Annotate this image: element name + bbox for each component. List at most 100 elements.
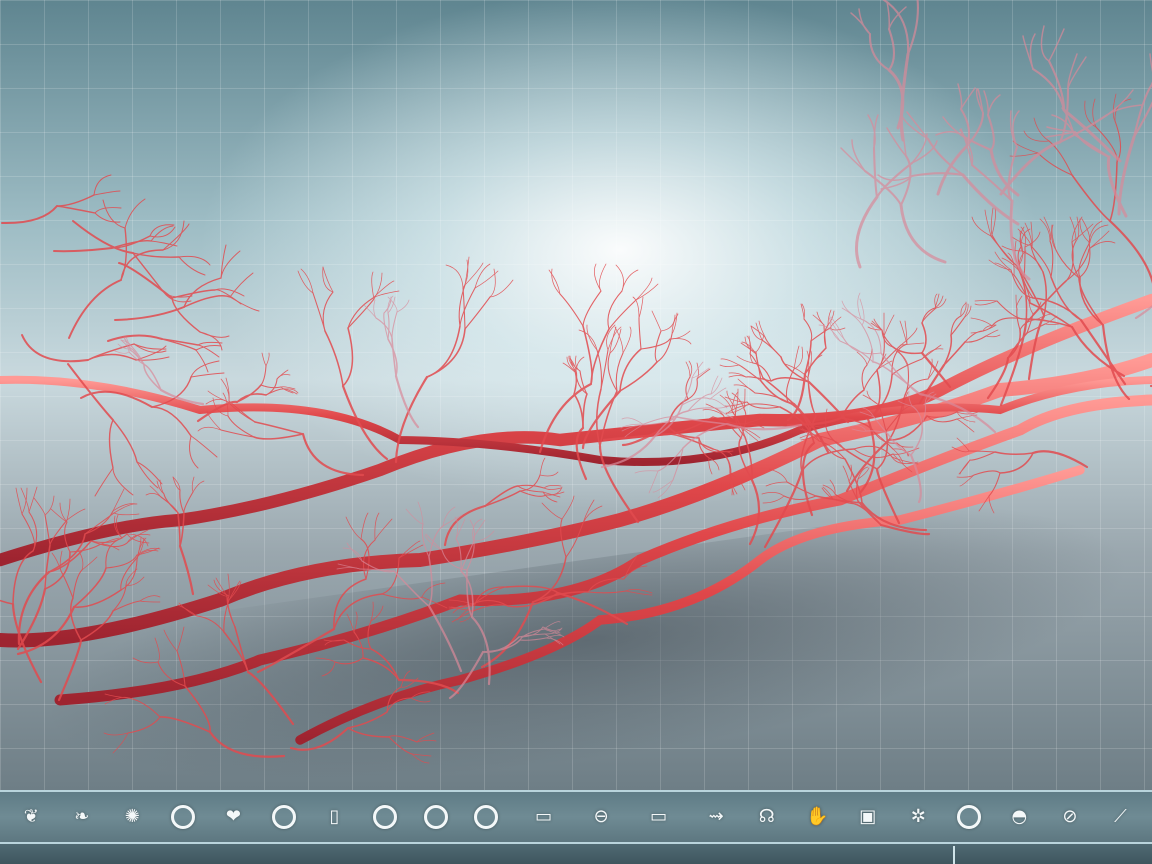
capillary — [103, 732, 129, 736]
molecule-icon[interactable]: ✲ — [903, 802, 933, 832]
capillary — [353, 611, 358, 633]
cell-ring — [170, 805, 195, 829]
organ-icon[interactable]: ❦ — [16, 802, 46, 832]
capillary — [1088, 230, 1110, 250]
capillary — [393, 570, 430, 607]
capillary — [901, 115, 929, 140]
capillary — [489, 268, 496, 298]
capillary — [956, 418, 975, 433]
capillary — [856, 351, 868, 366]
capillary — [53, 247, 113, 253]
monitor-icon[interactable]: ▭ — [637, 802, 681, 832]
capillary — [1117, 135, 1136, 216]
capillary — [539, 457, 546, 476]
capillary — [56, 194, 95, 207]
capillary — [573, 393, 584, 429]
bandage-icon[interactable]: ⟋ — [1105, 802, 1135, 832]
capillary — [829, 327, 846, 331]
capillary — [755, 353, 762, 382]
capillary — [112, 584, 127, 612]
lens-icon[interactable] — [421, 802, 451, 832]
capillary — [113, 512, 140, 516]
capillary — [179, 489, 185, 514]
capillary — [178, 255, 211, 266]
syringe-icon[interactable]: ⇝ — [701, 802, 731, 832]
heart-icon[interactable]: ❤ — [218, 802, 248, 832]
capillary — [260, 365, 267, 386]
capillary — [720, 358, 740, 366]
tooth-icon[interactable]: ▣ — [853, 802, 883, 832]
capillary — [590, 328, 610, 385]
eye-icon[interactable] — [370, 802, 400, 832]
capillary — [371, 271, 375, 300]
hands-icon[interactable]: ✋ — [802, 802, 832, 832]
capillary — [1112, 93, 1117, 122]
capillary — [150, 240, 178, 247]
capillary — [197, 344, 220, 358]
capillary — [178, 544, 195, 596]
capillary — [733, 384, 756, 394]
capillary — [334, 657, 364, 665]
capillary — [1029, 33, 1036, 70]
capillary — [176, 626, 185, 652]
capillary — [220, 244, 227, 279]
capillary — [120, 227, 128, 281]
capillary — [107, 334, 163, 342]
capillary — [139, 600, 161, 603]
capillary — [840, 147, 866, 172]
capillary — [112, 732, 129, 754]
capillary — [68, 279, 122, 339]
dna-icon[interactable]: ⊘ — [1055, 802, 1085, 832]
ring-icon[interactable] — [471, 802, 501, 832]
capillary — [886, 1, 890, 30]
capillary — [489, 279, 514, 298]
circle-icon[interactable] — [954, 802, 984, 832]
capillary — [464, 296, 491, 330]
capillary — [960, 87, 976, 110]
capsule-icon[interactable]: ▯ — [319, 802, 349, 832]
screen-icon[interactable]: ▭ — [522, 802, 566, 832]
capillary — [748, 478, 761, 546]
capillary — [50, 508, 68, 523]
brain-icon[interactable]: ✺ — [117, 802, 147, 832]
capillary — [94, 467, 114, 497]
capillary — [159, 716, 211, 733]
capillary — [127, 716, 161, 734]
capillary — [171, 289, 216, 299]
capillary — [183, 491, 194, 514]
capillary — [862, 394, 880, 406]
minus-circle-icon[interactable]: ⊖ — [586, 802, 616, 832]
capillary — [887, 27, 896, 72]
capillary — [541, 502, 563, 520]
capillary — [999, 452, 1034, 474]
capillary — [543, 487, 562, 490]
capillary — [873, 318, 883, 331]
capillary — [619, 361, 658, 392]
capillary — [1031, 246, 1052, 278]
capillary — [143, 364, 162, 391]
capillary — [607, 352, 618, 392]
capillary — [246, 670, 295, 726]
capillary — [738, 364, 762, 382]
stethoscope-icon[interactable]: ☊ — [752, 802, 782, 832]
cell-icon[interactable] — [168, 802, 198, 832]
lungs-icon[interactable]: ❧ — [67, 802, 97, 832]
capillary — [582, 325, 593, 385]
mask-icon[interactable]: ◓ — [1004, 802, 1034, 832]
capillary — [44, 495, 55, 516]
capillary — [260, 384, 282, 389]
capillary — [855, 195, 879, 269]
vessel-network — [0, 0, 1152, 764]
capillary — [622, 326, 632, 354]
capillary — [687, 407, 717, 412]
capillary — [1031, 450, 1089, 469]
capillary — [539, 471, 559, 477]
capillary — [462, 259, 469, 289]
capillary — [132, 657, 159, 664]
capillary — [841, 307, 863, 326]
capillary — [783, 495, 817, 501]
capillary — [860, 318, 882, 354]
capillary — [254, 421, 304, 435]
kidney-icon[interactable] — [269, 802, 299, 832]
capillary — [685, 361, 691, 378]
